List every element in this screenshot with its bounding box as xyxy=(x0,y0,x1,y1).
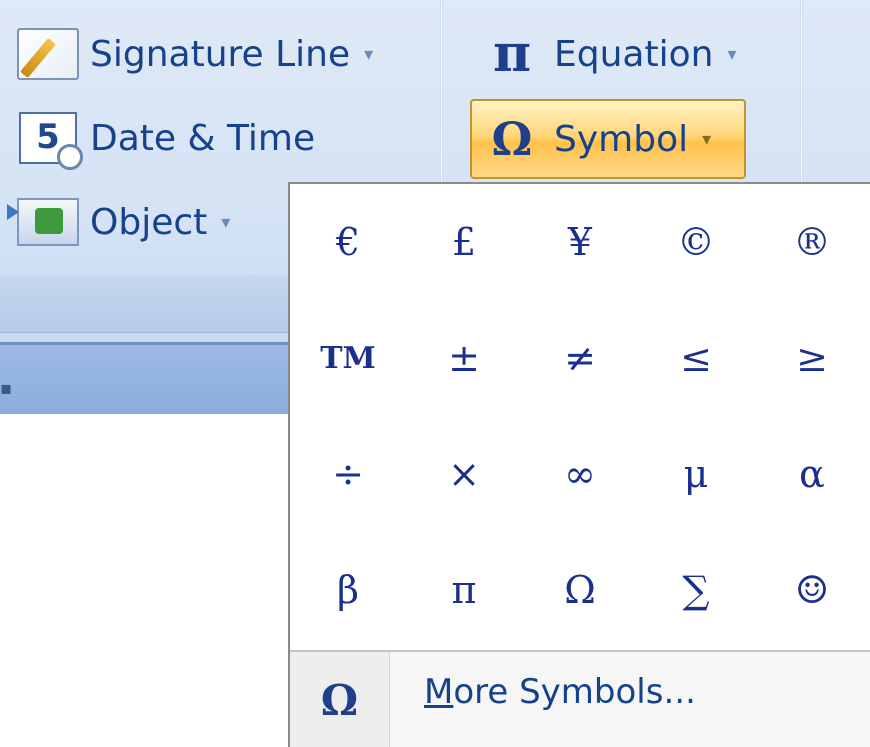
omega-icon: Ω xyxy=(290,652,390,747)
pi-icon: π xyxy=(492,23,532,84)
symbol-divide[interactable]: ÷ xyxy=(290,416,406,532)
more-symbols-row[interactable]: Ω More Symbols... xyxy=(290,652,870,747)
symbol-smiley[interactable]: ☺ xyxy=(754,532,870,648)
symbol-sigma[interactable]: ∑ xyxy=(638,532,754,648)
date-time-button[interactable]: 5 Date & Time xyxy=(14,106,315,170)
symbol-pound[interactable]: £ xyxy=(406,184,522,300)
symbol-yen[interactable]: ¥ xyxy=(522,184,638,300)
chevron-down-icon: ▾ xyxy=(702,128,712,150)
omega-icon: Ω xyxy=(491,112,533,166)
signature-line-button[interactable]: Signature Line ▾ xyxy=(14,22,373,86)
symbol-trademark[interactable]: TM xyxy=(290,300,406,416)
insert-object-icon xyxy=(7,195,82,249)
symbol-pi[interactable]: π xyxy=(406,532,522,648)
more-symbols-link[interactable]: More Symbols... xyxy=(424,672,696,712)
symbol-infinity[interactable]: ∞ xyxy=(522,416,638,532)
more-symbols-label: ore Symbols... xyxy=(453,672,696,712)
symbol-beta[interactable]: β xyxy=(290,532,406,648)
symbol-multiply[interactable]: × xyxy=(406,416,522,532)
signature-line-label: Signature Line xyxy=(90,33,351,75)
object-button[interactable]: Object ▾ xyxy=(7,190,231,254)
equation-button[interactable]: π Equation ▾ xyxy=(478,22,737,86)
symbol-copyright[interactable]: © xyxy=(638,184,754,300)
equation-label: Equation xyxy=(554,33,714,75)
object-label: Object xyxy=(90,201,208,243)
ribbon-bottom-bar xyxy=(0,342,290,414)
partial-tab-edge: ▪ xyxy=(0,378,12,399)
symbol-less-equal[interactable]: ≤ xyxy=(638,300,754,416)
calendar-clock-icon: 5 xyxy=(14,111,83,170)
more-symbols-mnemonic: M xyxy=(424,672,454,712)
signature-pen-icon xyxy=(14,27,82,81)
ribbon-group-footer xyxy=(0,275,290,333)
symbol-mu[interactable]: μ xyxy=(638,416,754,532)
symbol-alpha[interactable]: α xyxy=(754,416,870,532)
symbol-greater-equal[interactable]: ≥ xyxy=(754,300,870,416)
symbol-label: Symbol xyxy=(554,118,689,160)
symbol-gallery: € £ ¥ © ® TM ± ≠ ≤ ≥ ÷ × ∞ μ α β π Ω ∑ ☺… xyxy=(288,182,870,747)
chevron-down-icon: ▾ xyxy=(221,211,231,233)
symbol-not-equal[interactable]: ≠ xyxy=(522,300,638,416)
symbol-omega[interactable]: Ω xyxy=(522,532,638,648)
chevron-down-icon: ▾ xyxy=(727,43,737,65)
date-time-label: Date & Time xyxy=(90,117,316,159)
symbol-registered[interactable]: ® xyxy=(754,184,870,300)
symbol-button[interactable]: Ω Symbol ▾ xyxy=(478,107,712,171)
symbol-grid: € £ ¥ © ® TM ± ≠ ≤ ≥ ÷ × ∞ μ α β π Ω ∑ ☺ xyxy=(290,184,870,650)
symbol-euro[interactable]: € xyxy=(290,184,406,300)
chevron-down-icon: ▾ xyxy=(364,43,374,65)
symbol-plus-minus[interactable]: ± xyxy=(406,300,522,416)
